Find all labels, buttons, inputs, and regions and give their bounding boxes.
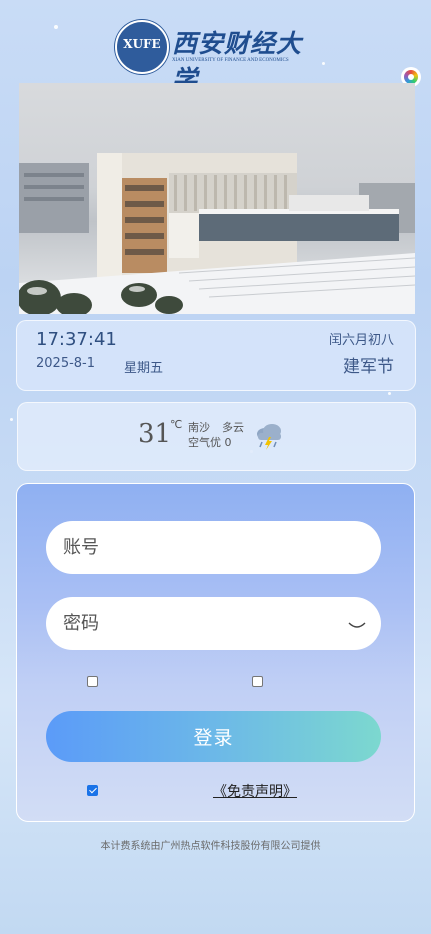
university-name-en: XIAN UNIVERSITY OF FINANCE AND ECONOMICS (172, 58, 289, 63)
auto-login-checkbox[interactable] (252, 676, 263, 687)
footer-provider-text: 本计费系统由广州热点软件科技股份有限公司提供 (100, 841, 321, 852)
current-time: 17:37:41 (36, 329, 117, 350)
air-quality: 空气优 0 (188, 436, 232, 449)
lunar-date: 闰六月初八 (328, 333, 394, 348)
campus-building-image (19, 153, 415, 314)
current-weekday: 星期五 (124, 361, 164, 376)
login-form: 登录 《免责声明》 (16, 483, 415, 822)
weather-location: 南沙 (188, 421, 210, 434)
current-date: 2025-8-1 (36, 356, 96, 371)
date-time-card: 17:37:41 2025-8-1 星期五 闰六月初八 建军节 (16, 320, 416, 391)
account-input[interactable] (46, 521, 381, 574)
thunder-rain-cloud-icon (257, 424, 281, 450)
disclaimer-link[interactable]: 《免责声明》 (213, 781, 297, 801)
snowflake (322, 62, 325, 65)
weather-condition: 多云 (222, 421, 244, 434)
password-input[interactable] (46, 597, 381, 650)
festival-name: 建军节 (343, 357, 394, 377)
campus-photo (19, 83, 415, 314)
snowflake (388, 392, 391, 395)
university-seal-icon: XUFE (115, 20, 169, 74)
temperature-value: 31 (138, 419, 172, 449)
university-logo: XUFE 西安财经大学 XIAN UNIVERSITY OF FINANCE A… (115, 20, 315, 94)
seal-text: XUFE (123, 37, 161, 51)
snowflake (54, 25, 58, 29)
hide-password-icon[interactable] (348, 622, 366, 630)
temperature-unit: ℃ (170, 418, 183, 431)
weather-card: 31 ℃ 南沙 多云 空气优 0 (17, 402, 416, 471)
remember-account-checkbox[interactable] (87, 676, 98, 687)
snowflake (10, 418, 13, 421)
agree-disclaimer-checkbox[interactable] (87, 785, 98, 796)
login-button[interactable]: 登录 (46, 711, 381, 762)
